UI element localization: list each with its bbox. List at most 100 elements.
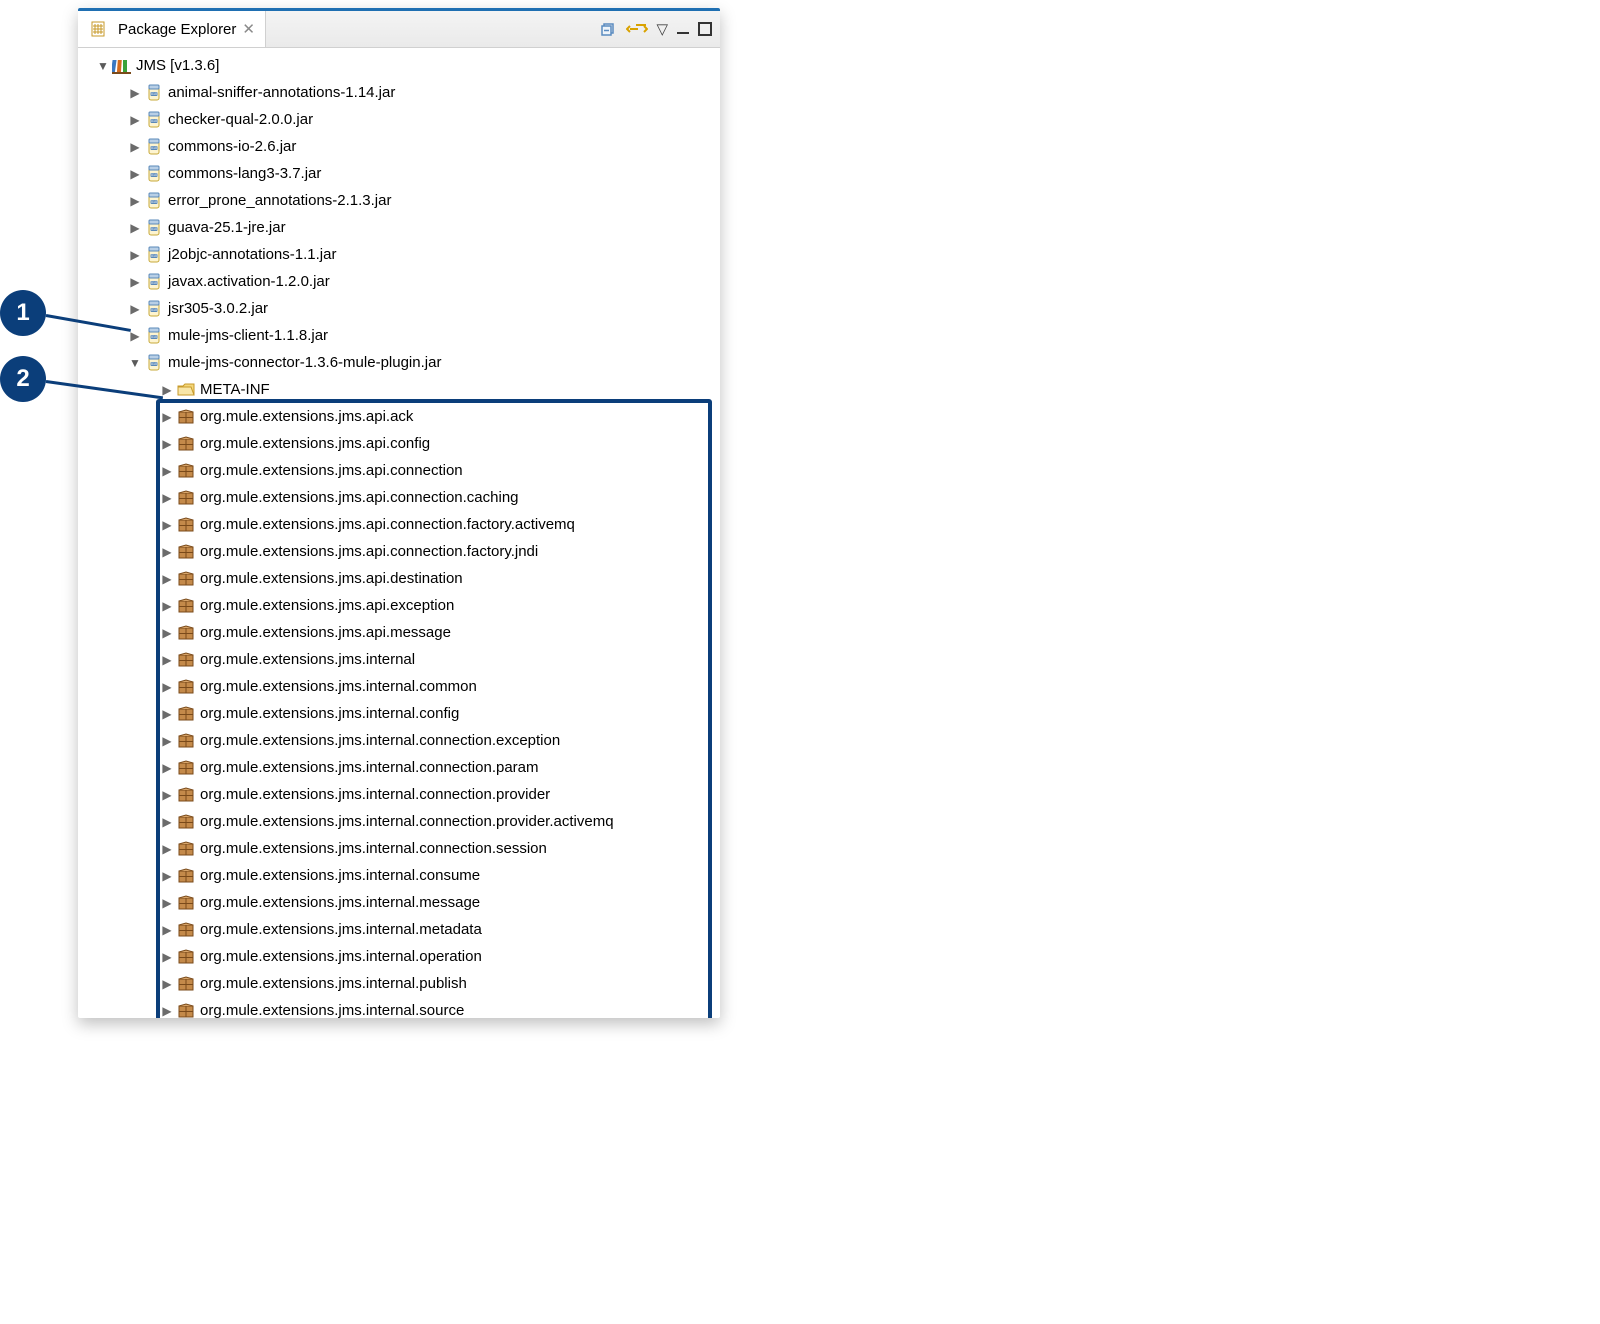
expand-icon[interactable]: ▶	[160, 626, 174, 640]
expand-icon[interactable]: ▶	[160, 896, 174, 910]
tree-package[interactable]: ▶ org.mule.extensions.jms.api.connection…	[78, 511, 720, 538]
jar-icon: 010	[144, 245, 164, 265]
view-tab-package-explorer[interactable]: Package Explorer ✕	[78, 11, 266, 47]
expand-icon[interactable]: ▶	[160, 815, 174, 829]
tree-package-label: org.mule.extensions.jms.internal	[200, 651, 415, 668]
expand-icon[interactable]: ▶	[128, 86, 142, 100]
tree-package[interactable]: ▶ org.mule.extensions.jms.api.destinatio…	[78, 565, 720, 592]
tree-jar[interactable]: ▶ 010 javax.activation-1.2.0.jar	[78, 268, 720, 295]
callout-2-badge: 2	[0, 356, 46, 402]
expand-icon[interactable]: ▶	[160, 572, 174, 586]
tree-package[interactable]: ▶ org.mule.extensions.jms.api.connection	[78, 457, 720, 484]
expand-icon[interactable]: ▶	[160, 977, 174, 991]
tree-package[interactable]: ▶ org.mule.extensions.jms.api.message	[78, 619, 720, 646]
tree-package[interactable]: ▶ org.mule.extensions.jms.internal.publi…	[78, 970, 720, 997]
expand-icon[interactable]: ▼	[96, 59, 110, 73]
tree-package[interactable]: ▶ org.mule.extensions.jms.internal.metad…	[78, 916, 720, 943]
collapse-all-icon[interactable]	[600, 20, 618, 38]
tree-package[interactable]: ▶ org.mule.extensions.jms.internal.commo…	[78, 673, 720, 700]
tree-package-label: org.mule.extensions.jms.internal.config	[200, 705, 459, 722]
expand-icon[interactable]: ▶	[160, 383, 174, 397]
tree-package[interactable]: ▶ org.mule.extensions.jms.internal.conne…	[78, 835, 720, 862]
minimize-icon[interactable]	[676, 22, 690, 36]
package-icon	[176, 920, 196, 940]
tree-package[interactable]: ▶ org.mule.extensions.jms.internal.conne…	[78, 808, 720, 835]
view-menu-icon[interactable]: ▽	[656, 20, 668, 38]
tree-package[interactable]: ▶ org.mule.extensions.jms.api.ack	[78, 403, 720, 430]
tree-package-label: org.mule.extensions.jms.internal.message	[200, 894, 480, 911]
tree-folder-meta-inf[interactable]: ▶ META-INF	[78, 376, 720, 403]
tree-jar-open[interactable]: ▼ 010 mule-jms-connector-1.3.6-mule-plug…	[78, 349, 720, 376]
expand-icon[interactable]: ▶	[128, 221, 142, 235]
expand-icon[interactable]: ▶	[128, 167, 142, 181]
tree-package[interactable]: ▶ org.mule.extensions.jms.internal.conne…	[78, 727, 720, 754]
expand-icon[interactable]: ▶	[160, 707, 174, 721]
expand-icon[interactable]: ▶	[160, 464, 174, 478]
tree-package[interactable]: ▶ org.mule.extensions.jms.internal.opera…	[78, 943, 720, 970]
tree-package-label: org.mule.extensions.jms.internal.common	[200, 678, 477, 695]
tree-package[interactable]: ▶ org.mule.extensions.jms.api.exception	[78, 592, 720, 619]
tree-jar[interactable]: ▶ 010 commons-lang3-3.7.jar	[78, 160, 720, 187]
svg-text:010: 010	[151, 308, 157, 312]
link-with-editor-icon[interactable]	[626, 20, 648, 38]
tree-jar[interactable]: ▶ 010 checker-qual-2.0.0.jar	[78, 106, 720, 133]
tree-package[interactable]: ▶ org.mule.extensions.jms.internal.messa…	[78, 889, 720, 916]
jar-icon: 010	[144, 110, 164, 130]
expand-icon[interactable]: ▶	[160, 410, 174, 424]
tree-package[interactable]: ▶ org.mule.extensions.jms.internal.conne…	[78, 781, 720, 808]
tree-package[interactable]: ▶ org.mule.extensions.jms.internal.confi…	[78, 700, 720, 727]
tree-package[interactable]: ▶ org.mule.extensions.jms.internal.sourc…	[78, 997, 720, 1018]
expand-icon[interactable]: ▼	[128, 356, 142, 370]
tree-jar-label: commons-lang3-3.7.jar	[168, 165, 321, 182]
expand-icon[interactable]: ▶	[160, 950, 174, 964]
expand-icon[interactable]: ▶	[160, 869, 174, 883]
tree-package-label: org.mule.extensions.jms.api.message	[200, 624, 451, 641]
tree-jar[interactable]: ▶ 010 commons-io-2.6.jar	[78, 133, 720, 160]
tree-jar[interactable]: ▶ 010 mule-jms-client-1.1.8.jar	[78, 322, 720, 349]
jar-icon: 010	[144, 164, 164, 184]
package-icon	[176, 623, 196, 643]
package-icon	[176, 569, 196, 589]
package-icon	[176, 596, 196, 616]
tree-package[interactable]: ▶ org.mule.extensions.jms.api.connection…	[78, 484, 720, 511]
expand-icon[interactable]: ▶	[160, 734, 174, 748]
expand-icon[interactable]: ▶	[160, 518, 174, 532]
expand-icon[interactable]: ▶	[160, 653, 174, 667]
tree-jar-label: mule-jms-client-1.1.8.jar	[168, 327, 328, 344]
expand-icon[interactable]: ▶	[128, 302, 142, 316]
expand-icon[interactable]: ▶	[128, 194, 142, 208]
tree-jar[interactable]: ▶ 010 error_prone_annotations-2.1.3.jar	[78, 187, 720, 214]
expand-icon[interactable]: ▶	[160, 1004, 174, 1018]
expand-icon[interactable]: ▶	[160, 788, 174, 802]
tree-jar[interactable]: ▶ 010 jsr305-3.0.2.jar	[78, 295, 720, 322]
expand-icon[interactable]: ▶	[128, 140, 142, 154]
expand-icon[interactable]: ▶	[160, 761, 174, 775]
maximize-icon[interactable]	[698, 22, 712, 36]
tree-package[interactable]: ▶ org.mule.extensions.jms.internal.conne…	[78, 754, 720, 781]
view-tab-label: Package Explorer	[118, 21, 236, 38]
tree-package-label: org.mule.extensions.jms.api.connection.f…	[200, 543, 538, 560]
expand-icon[interactable]: ▶	[128, 113, 142, 127]
tree-root[interactable]: ▼ JMS [v1.3.6]	[78, 52, 720, 79]
tree-root-label: JMS [v1.3.6]	[136, 57, 219, 74]
expand-icon[interactable]: ▶	[160, 842, 174, 856]
expand-icon[interactable]: ▶	[160, 545, 174, 559]
expand-icon[interactable]: ▶	[160, 680, 174, 694]
tree-package[interactable]: ▶ org.mule.extensions.jms.internal	[78, 646, 720, 673]
tree-jar[interactable]: ▶ 010 j2objc-annotations-1.1.jar	[78, 241, 720, 268]
tree-jar[interactable]: ▶ 010 guava-25.1-jre.jar	[78, 214, 720, 241]
expand-icon[interactable]: ▶	[160, 923, 174, 937]
package-icon	[176, 731, 196, 751]
expand-icon[interactable]: ▶	[160, 491, 174, 505]
expand-icon[interactable]: ▶	[128, 248, 142, 262]
tree-package[interactable]: ▶ org.mule.extensions.jms.api.connection…	[78, 538, 720, 565]
close-icon[interactable]: ✕	[242, 20, 255, 38]
tree-package[interactable]: ▶ org.mule.extensions.jms.api.config	[78, 430, 720, 457]
expand-icon[interactable]: ▶	[128, 275, 142, 289]
tree-jar[interactable]: ▶ 010 animal-sniffer-annotations-1.14.ja…	[78, 79, 720, 106]
tree-package[interactable]: ▶ org.mule.extensions.jms.internal.consu…	[78, 862, 720, 889]
svg-text:010: 010	[151, 362, 157, 366]
svg-text:010: 010	[151, 281, 157, 285]
expand-icon[interactable]: ▶	[160, 437, 174, 451]
expand-icon[interactable]: ▶	[160, 599, 174, 613]
